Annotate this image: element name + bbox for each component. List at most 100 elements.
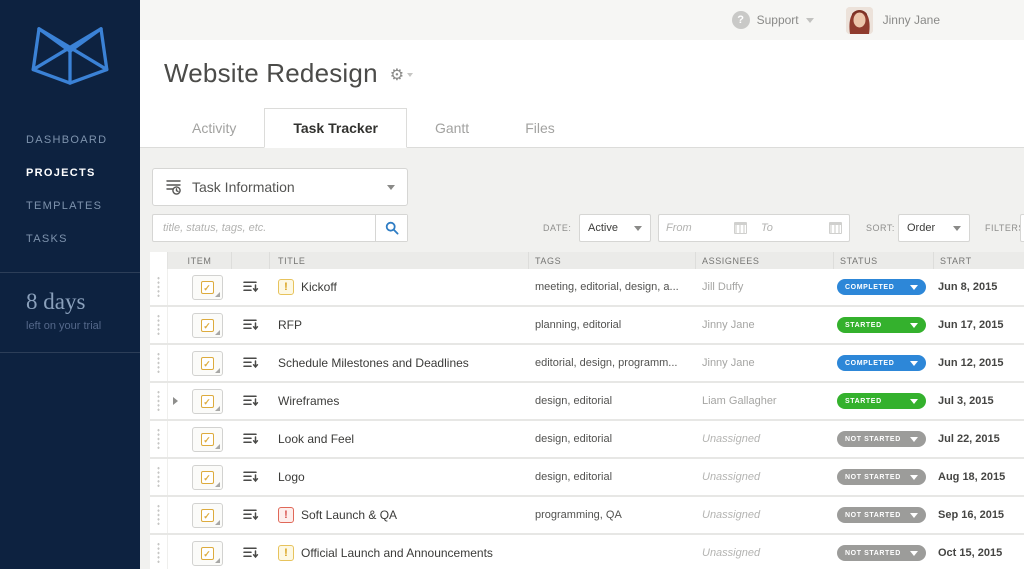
status-dropdown[interactable]: COMPLETED	[837, 279, 926, 295]
details-cell[interactable]	[232, 459, 270, 495]
task-title[interactable]: Official Launch and Announcements	[301, 546, 493, 560]
tab-task-tracker[interactable]: Task Tracker	[264, 108, 407, 148]
task-start-date: Jul 3, 2015	[938, 395, 994, 407]
status-label: COMPLETED	[845, 359, 895, 367]
task-title[interactable]: Look and Feel	[278, 432, 354, 446]
app-logo-icon[interactable]	[26, 24, 114, 86]
drag-handle[interactable]	[150, 535, 168, 569]
resize-corner-icon	[214, 329, 220, 335]
status-dropdown[interactable]: NOT STARTED	[837, 507, 926, 523]
details-cell[interactable]	[232, 497, 270, 533]
drag-dots-icon	[157, 466, 160, 488]
title-cell: ! Kickoff	[270, 269, 529, 305]
status-dropdown[interactable]: COMPLETED	[837, 355, 926, 371]
status-label: STARTED	[845, 321, 882, 329]
tab-files[interactable]: Files	[497, 110, 583, 147]
view-selector-dropdown[interactable]: Task Information	[152, 168, 408, 206]
tags-cell: meeting, editorial, design, a...	[529, 269, 696, 305]
chevron-down-icon	[953, 225, 961, 231]
drag-handle[interactable]	[150, 497, 168, 533]
resize-corner-icon	[214, 519, 220, 525]
status-label: STARTED	[845, 397, 882, 405]
search-input[interactable]	[153, 222, 375, 234]
task-item-button[interactable]: ✓	[191, 350, 223, 376]
task-details-icon	[242, 395, 258, 407]
column-header-details	[232, 252, 270, 269]
tags-cell: programming, QA	[529, 497, 696, 533]
assignee-cell: Unassigned	[696, 459, 834, 495]
expand-cell	[168, 269, 182, 305]
drag-dots-icon	[157, 276, 160, 298]
details-cell[interactable]	[232, 535, 270, 569]
item-cell: ✓	[182, 535, 232, 569]
checkbox-icon: ✓	[200, 318, 214, 332]
drag-handle[interactable]	[150, 269, 168, 305]
status-dropdown[interactable]: NOT STARTED	[837, 545, 926, 561]
task-start-date: Jun 12, 2015	[938, 357, 1004, 369]
task-title[interactable]: RFP	[278, 318, 302, 332]
calendar-icon[interactable]	[829, 222, 842, 234]
task-item-button[interactable]: ✓	[191, 274, 223, 300]
date-filter-dropdown[interactable]: Active	[579, 214, 651, 242]
drag-handle[interactable]	[150, 307, 168, 343]
task-title[interactable]: Kickoff	[301, 280, 337, 294]
task-item-button[interactable]: ✓	[191, 540, 223, 566]
chevron-down-icon	[634, 225, 642, 231]
sidebar-item-projects[interactable]: PROJECTS	[0, 157, 140, 190]
start-cell: Aug 18, 2015	[934, 459, 1024, 495]
tab-activity[interactable]: Activity	[164, 110, 264, 147]
details-cell[interactable]	[232, 345, 270, 381]
chevron-down-icon	[387, 184, 395, 190]
status-dropdown[interactable]: NOT STARTED	[837, 431, 926, 447]
task-title[interactable]: Schedule Milestones and Deadlines	[278, 356, 469, 370]
project-settings-button[interactable]: ⚙	[390, 67, 414, 84]
task-item-button[interactable]: ✓	[191, 388, 223, 414]
drag-handle[interactable]	[150, 383, 168, 419]
status-cell: COMPLETED	[834, 345, 934, 381]
details-cell[interactable]	[232, 269, 270, 305]
details-cell[interactable]	[232, 421, 270, 457]
sort-dropdown[interactable]: Order	[898, 214, 970, 242]
drag-handle[interactable]	[150, 345, 168, 381]
support-menu[interactable]: ? Support	[731, 11, 814, 29]
status-dropdown[interactable]: STARTED	[837, 393, 926, 409]
expand-arrow-icon[interactable]	[172, 397, 178, 405]
chevron-down-icon	[407, 72, 414, 77]
column-header-status: STATUS	[834, 252, 934, 269]
task-title[interactable]: Soft Launch & QA	[301, 508, 397, 522]
sidebar-item-tasks[interactable]: TASKS	[0, 223, 140, 256]
task-start-date: Jul 22, 2015	[938, 433, 1000, 445]
task-title[interactable]: Logo	[278, 470, 305, 484]
drag-dots-icon	[157, 428, 160, 450]
search-button[interactable]	[375, 215, 407, 241]
status-label: NOT STARTED	[845, 511, 901, 519]
chevron-down-icon	[910, 550, 918, 556]
title-cell: Schedule Milestones and Deadlines	[270, 345, 529, 381]
details-cell[interactable]	[232, 383, 270, 419]
task-item-button[interactable]: ✓	[191, 312, 223, 338]
checkbox-icon: ✓	[200, 432, 214, 446]
task-item-button[interactable]: ✓	[191, 426, 223, 452]
task-details-icon	[242, 319, 258, 331]
task-title[interactable]: Wireframes	[278, 394, 339, 408]
status-dropdown[interactable]: NOT STARTED	[837, 469, 926, 485]
details-cell[interactable]	[232, 307, 270, 343]
date-from-field[interactable]: From	[659, 215, 754, 241]
sidebar-item-dashboard[interactable]: DASHBOARD	[0, 124, 140, 157]
priority-icon: !	[278, 545, 294, 561]
calendar-icon[interactable]	[734, 222, 747, 234]
drag-handle[interactable]	[150, 459, 168, 495]
sidebar-item-templates[interactable]: TEMPLATES	[0, 190, 140, 223]
date-to-field[interactable]: To	[754, 215, 849, 241]
title-cell: ! Official Launch and Announcements	[270, 535, 529, 569]
expand-cell	[168, 307, 182, 343]
drag-handle[interactable]	[150, 421, 168, 457]
filters-dropdown[interactable]	[1020, 214, 1024, 242]
user-avatar[interactable]	[845, 6, 873, 34]
user-name[interactable]: Jinny Jane	[883, 13, 940, 27]
task-item-button[interactable]: ✓	[191, 464, 223, 490]
task-item-button[interactable]: ✓	[191, 502, 223, 528]
tab-gantt[interactable]: Gantt	[407, 110, 497, 147]
status-dropdown[interactable]: STARTED	[837, 317, 926, 333]
assignee-cell: Unassigned	[696, 421, 834, 457]
